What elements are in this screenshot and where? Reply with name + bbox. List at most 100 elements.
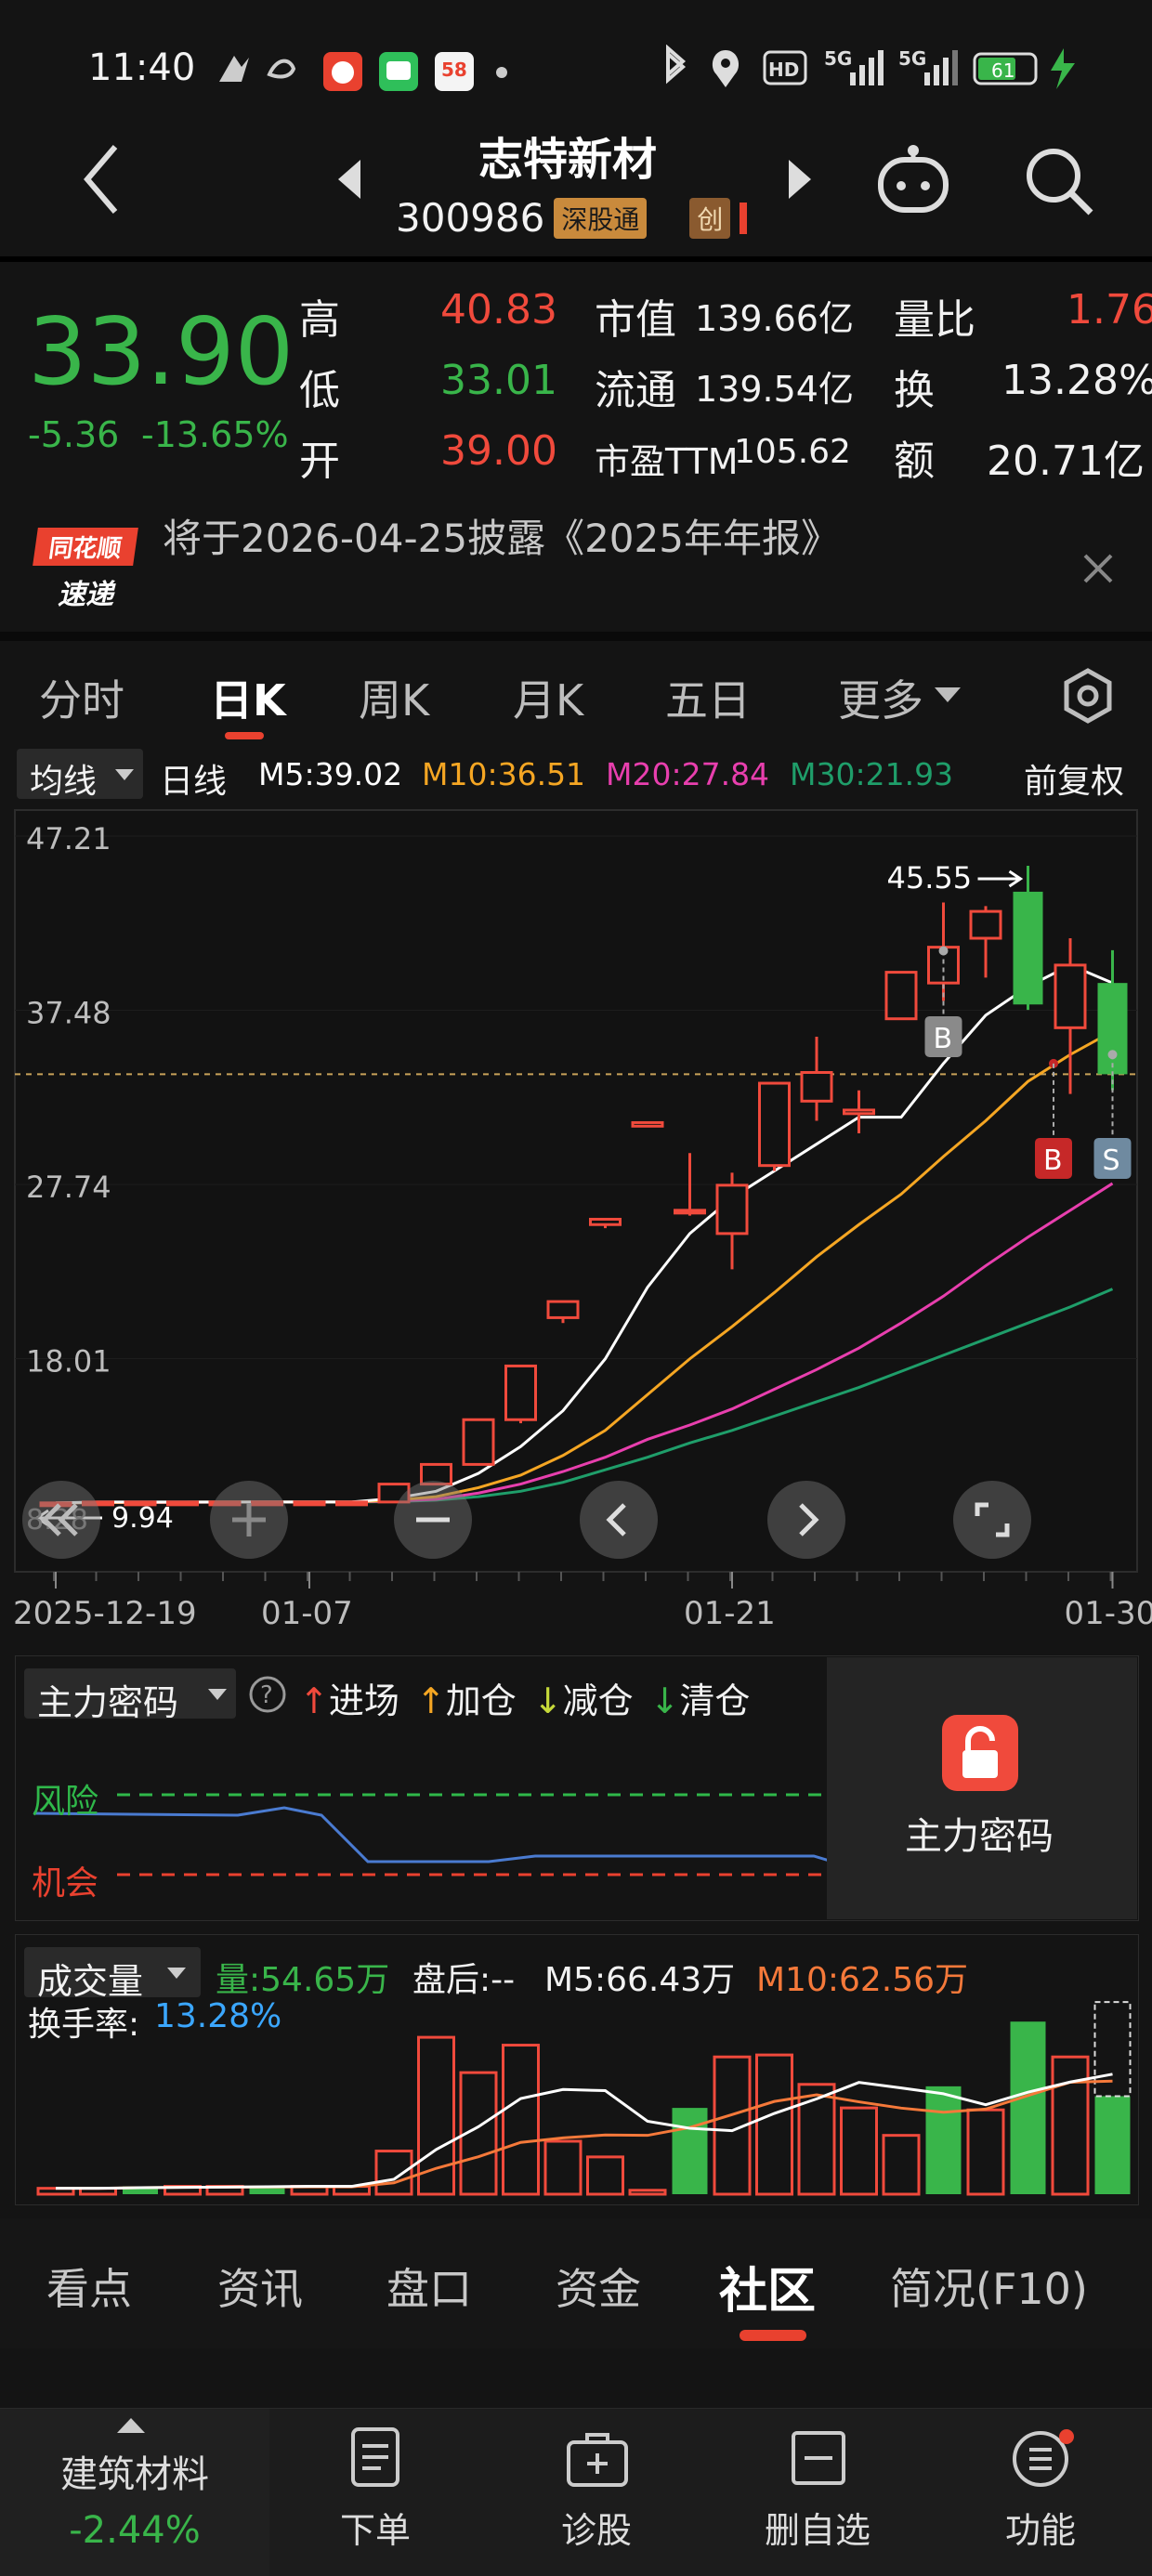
tab-news[interactable]: 资讯: [217, 2256, 303, 2317]
signal-legend: ↑进场 ↑加仓 ↓减仓 ↓清仓: [299, 1672, 750, 1723]
ma20-label: M20:27.84: [606, 756, 769, 792]
community-content-peek: [0, 2348, 1152, 2404]
expand-icon: [953, 1481, 1031, 1559]
sector-name: 建筑材料: [0, 2444, 269, 2498]
chevron-left-icon: [580, 1481, 658, 1559]
candle-body: [717, 1185, 747, 1234]
ma-selector[interactable]: 均线: [17, 749, 143, 799]
active-tab-indicator: [225, 732, 264, 739]
scroll-right-button[interactable]: [767, 1481, 845, 1559]
legend-clear: 清仓: [679, 1680, 750, 1721]
diagnose-button[interactable]: 诊股: [522, 2426, 671, 2565]
tab-order-book[interactable]: 盘口: [386, 2256, 472, 2317]
assistant-button[interactable]: [873, 139, 953, 223]
low-value: 33.01: [440, 357, 557, 404]
remove-watchlist-button[interactable]: 删自选: [743, 2426, 892, 2565]
pe-value: 105.62: [734, 433, 851, 471]
open-value: 39.00: [440, 427, 557, 475]
x-tick-label: 2025-12-19: [13, 1595, 197, 1632]
volume-bar: [1011, 2021, 1046, 2194]
status-time: 11:40: [88, 46, 195, 89]
notice-close-button[interactable]: [1081, 552, 1115, 589]
notification-dot: [1059, 2429, 1074, 2444]
candle: [337, 1501, 367, 1505]
trade-marker-label: B: [934, 1023, 953, 1055]
zoom-out-button[interactable]: [22, 1481, 100, 1559]
period-label: 日线: [160, 754, 227, 803]
arrow-down-icon: ↓: [533, 1680, 563, 1721]
volume-bar: [673, 2108, 708, 2194]
info-section-tabs: 看点 资讯 盘口 资金 社区 简况(F10): [0, 2218, 1152, 2348]
close-icon: [1081, 552, 1115, 585]
max-price-label: 45.55: [887, 860, 973, 896]
unlock-main-force-button[interactable]: 主力密码: [827, 1657, 1137, 1919]
volume-bar: [968, 2110, 1003, 2194]
medical-kit-icon: [565, 2429, 630, 2489]
signal-icon-1: [850, 72, 856, 85]
adjust-mode-button[interactable]: 前复权: [1024, 754, 1124, 803]
functions-button[interactable]: 功能: [966, 2426, 1115, 2565]
stock-name: 志特新材: [478, 123, 657, 188]
volratio-value: 1.76: [1067, 286, 1152, 333]
tab-monthly-k[interactable]: 月K: [513, 667, 583, 728]
candle: [633, 1122, 662, 1126]
zoom-in-button[interactable]: [210, 1481, 288, 1559]
next-stock-button[interactable]: [785, 156, 815, 206]
sector-button[interactable]: 建筑材料 -2.44%: [0, 2409, 269, 2576]
volume-chart[interactable]: [15, 1979, 1137, 2202]
tab-highlights[interactable]: 看点: [46, 2256, 132, 2317]
system-status-icons: HD 5G 5G 61: [655, 45, 1101, 93]
volume-bar: [630, 2190, 665, 2194]
tab-fund-flow[interactable]: 资金: [556, 2256, 641, 2317]
tab-weekly-k[interactable]: 周K: [359, 667, 429, 728]
place-order-button[interactable]: 下单: [301, 2426, 450, 2565]
current-price: 33.90: [28, 297, 294, 406]
zoom-reset-button[interactable]: [394, 1481, 472, 1559]
pe-label: 市盈TTM: [595, 433, 739, 484]
volume-bar: [376, 2151, 412, 2194]
candle-body: [295, 1502, 324, 1505]
indicator-selector[interactable]: 主力密码: [24, 1668, 236, 1719]
risk-label: 风险: [32, 1774, 98, 1823]
tab-five-day[interactable]: 五日: [665, 667, 751, 728]
prev-stock-button[interactable]: [334, 156, 364, 206]
back-button[interactable]: [74, 137, 130, 225]
tab-more[interactable]: 更多: [838, 667, 923, 728]
search-button[interactable]: [1022, 144, 1096, 222]
legend-reduce: 减仓: [563, 1680, 634, 1721]
tab-daily-k[interactable]: 日K: [210, 667, 286, 728]
candle-body: [802, 1072, 831, 1101]
candle-body: [464, 1419, 493, 1464]
main-force-line: [33, 1808, 832, 1862]
legend-enter: 进场: [329, 1680, 399, 1721]
candle-body: [337, 1502, 367, 1505]
remove-watchlist-label: 删自选: [743, 2502, 892, 2553]
app-icon-1: [219, 56, 249, 82]
help-button[interactable]: ?: [247, 1674, 288, 1715]
tab-community[interactable]: 社区: [719, 2252, 816, 2321]
volume-bar: [419, 2037, 454, 2194]
turnover-label: 换: [894, 357, 935, 416]
arrow-up-icon: ↑: [416, 1680, 446, 1721]
minus-square-icon: [790, 2429, 847, 2487]
menu-circle-icon: [1011, 2429, 1076, 2489]
signal-icon-2: [924, 72, 930, 85]
section-divider: [0, 632, 1152, 641]
candle: [506, 1366, 536, 1423]
fullscreen-button[interactable]: [953, 1481, 1031, 1559]
candle: [295, 1501, 324, 1505]
minus-icon: [394, 1481, 472, 1559]
candle-body: [760, 1083, 790, 1166]
notice-text[interactable]: 将于2026-04-25披露《2025年年报》: [163, 507, 840, 564]
trade-marker-label: S: [1103, 1144, 1120, 1177]
tab-intraday[interactable]: 分时: [39, 667, 124, 728]
volume-bar: [842, 2108, 877, 2194]
chart-settings-button[interactable]: [1057, 665, 1119, 726]
scroll-left-button[interactable]: [580, 1481, 658, 1559]
main-force-line-chart: [15, 1746, 832, 1895]
functions-label: 功能: [966, 2502, 1115, 2553]
candle-body: [506, 1366, 536, 1419]
price-change-pct: -13.65%: [141, 414, 289, 455]
tab-f10-profile[interactable]: 简况(F10): [890, 2256, 1088, 2317]
robot-icon: [873, 139, 953, 219]
